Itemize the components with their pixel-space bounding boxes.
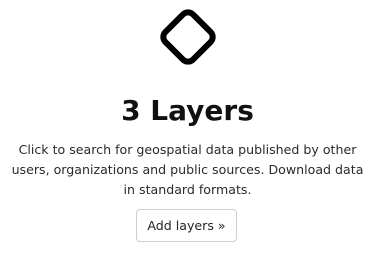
diamond-icon — [160, 9, 216, 65]
add-layers-button[interactable]: Add layers » — [136, 209, 237, 242]
add-layers-panel: 3 Layers Click to search for geospatial … — [0, 0, 375, 259]
panel-description: Click to search for geospatial data publ… — [11, 142, 364, 197]
layer-count-title: 3 Layers — [121, 94, 254, 127]
